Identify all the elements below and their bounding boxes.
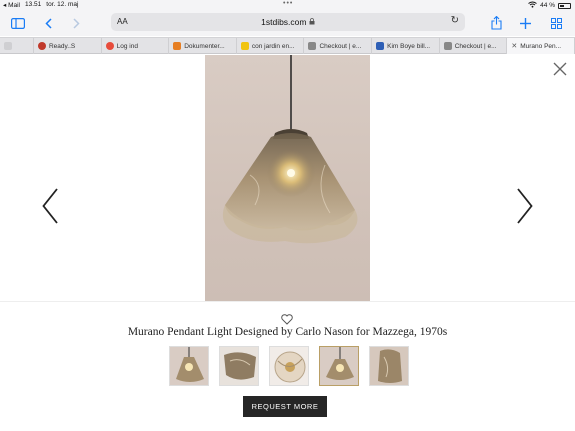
tab-7[interactable]: Kim Boye bill... xyxy=(372,38,440,54)
sidebar-icon[interactable] xyxy=(10,14,26,32)
request-more-button[interactable]: REQUEST MORE xyxy=(243,396,327,417)
tab-label: Murano Pen... xyxy=(520,42,562,50)
tab-favicon xyxy=(376,42,385,50)
product-lightbox: Murano Pendant Light Designed by Carlo N… xyxy=(0,55,575,431)
tab-6[interactable]: Checkout | e... xyxy=(304,38,373,54)
thumbnail-2[interactable] xyxy=(219,346,259,386)
tab-8[interactable]: Checkout | e... xyxy=(440,38,508,54)
battery-icon xyxy=(558,2,571,9)
tab-label: con jardin en... xyxy=(251,42,295,50)
tab-favicon xyxy=(4,42,12,50)
status-bar: ◂ Mail 13.51 tor. 12. maj ••• 44 % xyxy=(0,0,575,10)
wifi-icon xyxy=(528,1,537,10)
tab-favicon xyxy=(105,42,114,50)
favorite-heart-icon[interactable] xyxy=(281,312,293,325)
tab-favicon xyxy=(308,42,317,50)
forward-icon[interactable] xyxy=(70,14,82,32)
reload-icon[interactable]: ↻ xyxy=(451,15,459,26)
divider xyxy=(0,301,575,302)
lock-icon xyxy=(309,17,315,27)
tab-2[interactable]: Ready..S xyxy=(34,38,102,54)
new-tab-icon[interactable] xyxy=(518,14,532,32)
tab-label: Checkout | e... xyxy=(319,42,362,50)
tab-label: Log ind xyxy=(116,42,138,50)
share-icon[interactable] xyxy=(489,14,503,32)
tab-favicon xyxy=(240,42,249,50)
back-to-app-link[interactable]: ◂ Mail xyxy=(3,1,20,9)
thumbnail-1[interactable] xyxy=(169,346,209,386)
multitask-dots-icon[interactable]: ••• xyxy=(283,0,293,7)
thumbnail-4-active[interactable] xyxy=(319,346,359,386)
thumbnail-3[interactable] xyxy=(269,346,309,386)
tab-9-active[interactable]: ✕ Murano Pen... xyxy=(507,38,575,54)
thumbnail-strip xyxy=(169,346,409,386)
tab-label: Dokumenter... xyxy=(184,42,225,50)
tab-label: Ready..S xyxy=(48,42,76,50)
status-date: tor. 12. maj xyxy=(46,1,79,8)
tab-3[interactable]: Log ind xyxy=(102,38,170,54)
tab-4[interactable]: Dokumenter... xyxy=(169,38,237,54)
tab-close-icon[interactable]: ✕ xyxy=(511,42,517,50)
product-photo xyxy=(205,55,370,301)
tab-overview-icon[interactable] xyxy=(549,14,563,32)
tab-favicon xyxy=(173,42,182,50)
tab-5[interactable]: con jardin en... xyxy=(237,38,305,54)
back-icon[interactable] xyxy=(42,14,54,32)
next-arrow-icon[interactable] xyxy=(517,188,533,224)
tab-label: Checkout | e... xyxy=(454,42,497,50)
battery-percent: 44 % xyxy=(540,2,555,9)
tab-favicon xyxy=(443,42,452,50)
tab-1[interactable] xyxy=(0,38,34,54)
thumbnail-5[interactable] xyxy=(369,346,409,386)
url-host: 1stdibs.com xyxy=(261,17,307,27)
previous-arrow-icon[interactable] xyxy=(42,188,58,224)
tab-favicon xyxy=(37,42,46,50)
product-title: Murano Pendant Light Designed by Carlo N… xyxy=(127,326,448,338)
tab-label: Kim Boye bill... xyxy=(387,42,431,50)
status-time: 13.51 xyxy=(25,1,42,8)
close-icon[interactable] xyxy=(553,62,567,76)
tab-bar: Ready..S Log ind Dokumenter... con jardi… xyxy=(0,37,575,54)
address-bar[interactable]: AA 1stdibs.com ↻ xyxy=(111,13,465,31)
